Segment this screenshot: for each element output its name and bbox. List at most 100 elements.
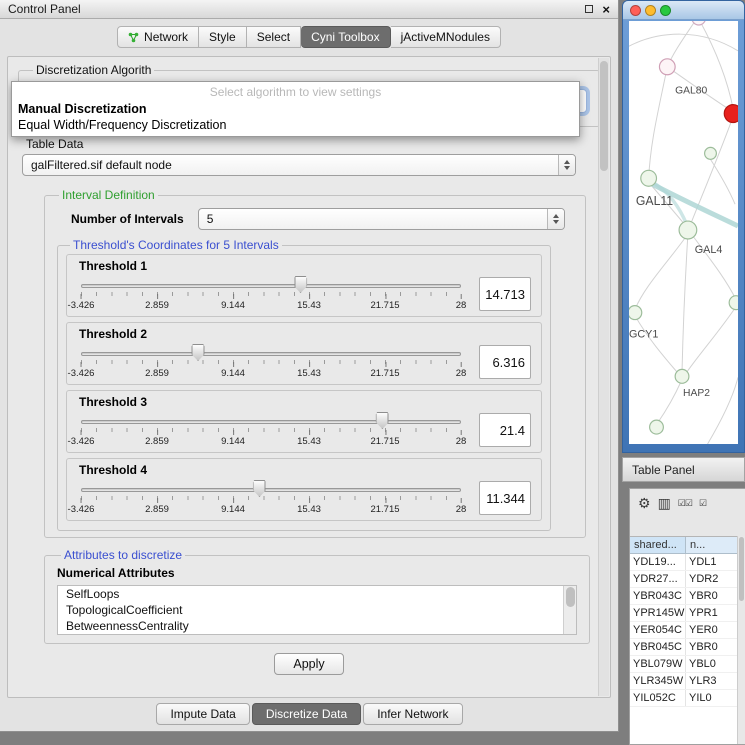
threshold-4-slider[interactable]: -3.426 2.859 9.144 15.43 21.715 28 bbox=[79, 477, 463, 519]
network-canvas[interactable]: GAL80 GAL11 GAL4 GCY1 HAP2 bbox=[629, 21, 738, 444]
list-scrollbar[interactable] bbox=[563, 586, 576, 634]
dropdown-option-equal-width-frequency[interactable]: Equal Width/Frequency Discretization bbox=[12, 117, 579, 133]
slider-track[interactable] bbox=[81, 488, 461, 492]
threshold-3-value-field[interactable]: 21.4 bbox=[479, 413, 531, 447]
slider-track[interactable] bbox=[81, 420, 461, 424]
network-window-titlebar[interactable] bbox=[623, 1, 744, 20]
node-label-gal80: GAL80 bbox=[675, 86, 707, 97]
table-row[interactable]: YDL19...YDL1 bbox=[630, 554, 745, 571]
table-row[interactable]: YBR043CYBR0 bbox=[630, 588, 745, 605]
combo-stepper-icon[interactable] bbox=[558, 155, 575, 175]
network-view-window: GAL80 GAL11 GAL4 GCY1 HAP2 bbox=[622, 0, 745, 453]
number-of-intervals-row: Number of Intervals 5 bbox=[53, 204, 577, 238]
node-gcy1[interactable] bbox=[629, 306, 642, 320]
tab-select[interactable]: Select bbox=[247, 26, 301, 48]
float-window-icon[interactable] bbox=[585, 5, 593, 13]
tab-network[interactable]: Network bbox=[117, 26, 199, 48]
tab-discretize-data[interactable]: Discretize Data bbox=[252, 703, 361, 725]
selection-mode-icon[interactable]: ☑ bbox=[699, 499, 706, 508]
threshold-1-slider[interactable]: -3.426 2.859 9.144 15.43 21.715 28 bbox=[79, 273, 463, 315]
thresholds-group: Threshold's Coordinates for 5 Intervals … bbox=[57, 238, 551, 531]
tab-style[interactable]: Style bbox=[199, 26, 247, 48]
threshold-2-value-field[interactable]: 6.316 bbox=[479, 345, 531, 379]
attributes-group-title: Attributes to discretize bbox=[61, 548, 185, 562]
table-scrollbar[interactable] bbox=[737, 536, 745, 744]
table-row[interactable]: YDR27...YDR2 bbox=[630, 571, 745, 588]
table-row[interactable]: YIL052CYIL0 bbox=[630, 690, 745, 707]
table-row[interactable]: YER054CYER0 bbox=[630, 622, 745, 639]
attributes-group: Attributes to discretize Numerical Attri… bbox=[44, 548, 590, 644]
threshold-1-box: Threshold 1 -3.426 2.859 9.144 1 bbox=[66, 254, 542, 317]
list-item[interactable]: BetweennessCentrality bbox=[58, 618, 576, 634]
combo-stepper-icon[interactable] bbox=[547, 209, 564, 229]
slider-thumb[interactable] bbox=[253, 480, 266, 497]
control-panel-titlebar[interactable]: Control Panel × bbox=[0, 0, 618, 19]
node-label-hap2: HAP2 bbox=[683, 388, 710, 399]
table-toolbar: ⚙ ▥ ☑☑ ☑ bbox=[630, 489, 745, 517]
node[interactable] bbox=[692, 21, 706, 25]
table-data-value: galFiltered.sif default node bbox=[31, 158, 172, 172]
table-data-section: Table Data galFiltered.sif default node bbox=[22, 137, 576, 176]
threshold-4-label: Threshold 4 bbox=[79, 463, 531, 477]
interval-definition-title: Interval Definition bbox=[59, 188, 158, 202]
slider-thumb[interactable] bbox=[192, 344, 205, 361]
node-table: shared... n... YDL19...YDL1 YDR27...YDR2… bbox=[630, 536, 745, 744]
interval-definition-group: Interval Definition Number of Intervals … bbox=[44, 188, 586, 538]
column-header-shared-name[interactable]: shared... bbox=[630, 537, 686, 554]
slider-thumb[interactable] bbox=[294, 276, 307, 293]
table-panel-titlebar[interactable]: Table Panel bbox=[622, 457, 745, 482]
table-header-row: shared... n... bbox=[630, 537, 745, 554]
close-icon[interactable]: × bbox=[602, 3, 610, 16]
table-data-combobox[interactable]: galFiltered.sif default node bbox=[22, 154, 576, 176]
tab-jactivemnodules[interactable]: jActiveMNodules bbox=[391, 26, 501, 48]
table-data-label: Table Data bbox=[26, 137, 576, 151]
slider-scale: -3.426 2.859 9.144 15.43 21.715 28 bbox=[81, 365, 461, 379]
threshold-4-value-field[interactable]: 11.344 bbox=[479, 481, 531, 515]
tab-infer-network[interactable]: Infer Network bbox=[363, 703, 462, 725]
slider-scale: -3.426 2.859 9.144 15.43 21.715 28 bbox=[81, 297, 461, 311]
threshold-3-slider[interactable]: -3.426 2.859 9.144 15.43 21.715 28 bbox=[79, 409, 463, 451]
table-panel-title: Table Panel bbox=[632, 463, 695, 477]
table-row[interactable]: YPR145WYPR1 bbox=[630, 605, 745, 622]
control-panel-scrollbar[interactable] bbox=[598, 58, 609, 696]
threshold-2-slider[interactable]: -3.426 2.859 9.144 15.43 21.715 28 bbox=[79, 341, 463, 383]
minimize-traffic-light[interactable] bbox=[645, 5, 656, 16]
threshold-1-label: Threshold 1 bbox=[79, 259, 531, 273]
network-icon bbox=[128, 32, 139, 43]
numerical-attributes-label: Numerical Attributes bbox=[57, 566, 579, 580]
node-gal11[interactable] bbox=[641, 170, 657, 186]
table-browser-window: ⚙ ▥ ☑☑ ☑ shared... n... YDL19...YDL1 YDR… bbox=[629, 488, 745, 745]
threshold-2-label: Threshold 2 bbox=[79, 327, 531, 341]
apply-button[interactable]: Apply bbox=[274, 653, 343, 675]
list-item[interactable]: SelfLoops bbox=[58, 586, 576, 602]
dropdown-option-manual-discretization[interactable]: Manual Discretization bbox=[12, 101, 579, 117]
list-item[interactable]: TopologicalCoefficient bbox=[58, 602, 576, 618]
node[interactable] bbox=[705, 147, 717, 159]
slider-track[interactable] bbox=[81, 352, 461, 356]
zoom-traffic-light[interactable] bbox=[660, 5, 671, 16]
number-of-intervals-combobox[interactable]: 5 bbox=[198, 208, 565, 230]
settings-gear-icon[interactable]: ⚙ bbox=[638, 496, 651, 510]
node-gal4[interactable] bbox=[679, 221, 697, 239]
numerical-attributes-list[interactable]: SelfLoops TopologicalCoefficient Between… bbox=[57, 585, 577, 635]
slider-thumb[interactable] bbox=[376, 412, 389, 429]
scrollbar-thumb[interactable] bbox=[739, 537, 744, 601]
table-row[interactable]: YBL079WYBL0 bbox=[630, 656, 745, 673]
column-chooser-icon[interactable]: ▥ bbox=[658, 496, 671, 510]
tab-impute-data[interactable]: Impute Data bbox=[156, 703, 249, 725]
slider-track[interactable] bbox=[81, 284, 461, 288]
node-gal80[interactable] bbox=[659, 59, 675, 75]
node[interactable] bbox=[729, 296, 738, 310]
node[interactable] bbox=[650, 420, 664, 434]
close-traffic-light[interactable] bbox=[630, 5, 641, 16]
table-row[interactable]: YLR345WYLR3 bbox=[630, 673, 745, 690]
node-selected[interactable] bbox=[724, 105, 738, 123]
table-row[interactable]: YBR045CYBR0 bbox=[630, 639, 745, 656]
scrollbar-thumb[interactable] bbox=[600, 61, 608, 171]
select-all-icon[interactable]: ☑☑ bbox=[678, 499, 692, 508]
node-hap2[interactable] bbox=[675, 369, 689, 383]
node-label-gal4: GAL4 bbox=[695, 244, 723, 256]
threshold-1-value-field[interactable]: 14.713 bbox=[479, 277, 531, 311]
tab-cyni-toolbox[interactable]: Cyni Toolbox bbox=[301, 26, 390, 48]
slider-ticks bbox=[81, 360, 461, 364]
